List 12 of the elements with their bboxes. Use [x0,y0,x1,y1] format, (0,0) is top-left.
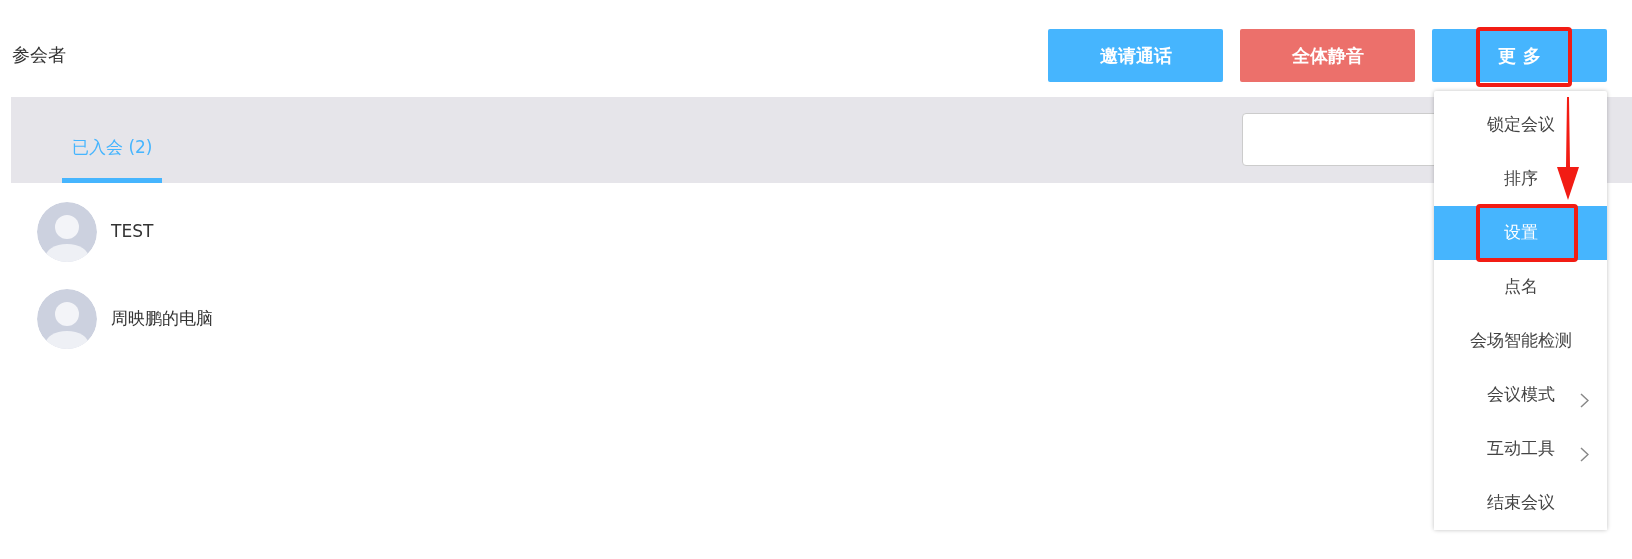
avatar-icon [37,288,97,349]
participant-name: 周映鹏的电脑 [111,306,213,330]
menu-item[interactable]: 会议模式 [1434,368,1607,422]
menu-item[interactable]: 互动工具 [1434,422,1607,476]
avatar-icon [37,201,97,262]
menu-item[interactable]: 排序 [1434,152,1607,206]
menu-item[interactable]: 锁定会议 [1434,98,1607,152]
menu-item[interactable]: 结束会议 [1434,476,1607,530]
panel-title: 参会者 [12,43,66,67]
menu-item[interactable]: 会场智能检测 [1434,314,1607,368]
menu-item[interactable]: 点名 [1434,260,1607,314]
participant-name: TEST [111,219,154,243]
